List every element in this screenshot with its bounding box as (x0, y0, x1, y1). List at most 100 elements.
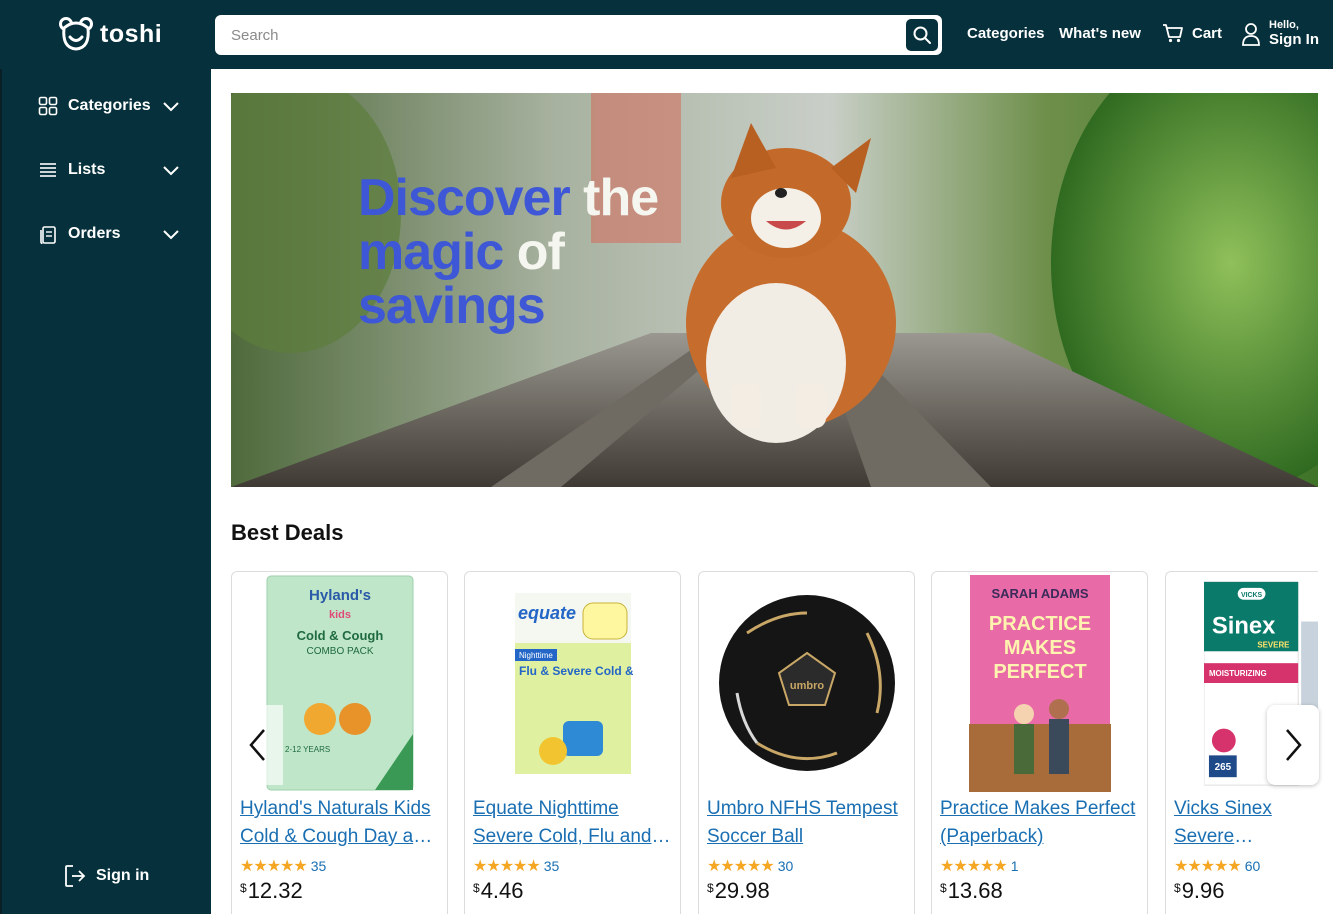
product-rating: ★★★★★ 60 (1174, 856, 1260, 876)
product-image[interactable]: umbro (699, 572, 914, 794)
sidebar-item-label: Lists (68, 161, 106, 178)
product-title[interactable]: Equate Nighttime Severe Cold, Flu and Co… (473, 795, 673, 851)
sidebar-signin-button[interactable]: Sign in (64, 864, 149, 888)
sidebar-item-categories[interactable]: Categories (38, 91, 188, 121)
orders-icon (40, 226, 56, 244)
chevron-left-icon (249, 729, 265, 761)
book-line: MAKES (1003, 637, 1075, 659)
account-signin-button[interactable]: Hello, Sign In (1241, 19, 1319, 49)
chevron-down-icon (163, 230, 179, 240)
hero-word: magic (358, 223, 504, 281)
app-frame: toshi Categories What's new Cart (0, 0, 1333, 914)
nav-categories-link[interactable]: Categories (967, 25, 1045, 42)
hero-headline: Discover the magic of savings (358, 169, 659, 335)
sidebar-signin-label: Sign in (96, 867, 150, 884)
product-title[interactable]: Umbro NFHS Tempest Soccer Ball (707, 795, 907, 851)
sidebar-item-lists[interactable]: Lists (38, 155, 188, 185)
price-amount: 13.68 (947, 878, 1003, 903)
box-sub: MOISTURIZING (1209, 669, 1267, 678)
book-author: SARAH ADAMS (991, 586, 1088, 601)
box-age: 2-12 YEARS (285, 745, 330, 754)
product-rating: ★★★★★ 35 (473, 856, 559, 876)
sidebar: Categories Lists Orders Sign in (0, 69, 211, 914)
price-amount: 29.98 (714, 878, 770, 903)
brand-name: toshi (100, 19, 163, 48)
book-line: PRACTICE (988, 613, 1090, 635)
cart-button[interactable]: Cart (1162, 22, 1222, 44)
product-price: $ 29.98 (707, 878, 770, 904)
product-image[interactable]: SARAH ADAMS PRACTICE MAKES PERFECT (932, 572, 1147, 794)
price-currency: $ (1174, 881, 1181, 895)
chevron-down-icon (163, 166, 179, 176)
box-name: Flu & Severe Cold & Cough (519, 664, 633, 678)
grid-icon (38, 96, 58, 116)
product-card[interactable]: equate Nighttime Flu & Severe Cold & Cou… (464, 571, 681, 914)
box-sub: kids (328, 609, 350, 621)
soccer-ball-image: umbro (718, 595, 895, 771)
signin-label: Sign In (1269, 31, 1319, 48)
box-pack: COMBO PACK (306, 646, 373, 657)
review-count: 1 (1010, 858, 1019, 874)
review-count: 35 (310, 858, 327, 874)
box-brand: Hyland's (309, 587, 371, 604)
sidebar-item-label: Categories (68, 97, 151, 114)
search-icon (913, 26, 931, 44)
box-brand: Sinex (1212, 612, 1276, 639)
sidebar-item-orders[interactable]: Orders (38, 219, 188, 249)
bear-logo-icon (59, 17, 93, 51)
greeting-text: Hello, (1269, 19, 1299, 31)
brand-logo[interactable]: toshi (58, 16, 162, 52)
star-rating-icons: ★★★★★ (1174, 858, 1242, 875)
product-image[interactable]: equate Nighttime Flu & Severe Cold & Cou… (465, 572, 680, 794)
best-deals-heading: Best Deals (231, 520, 344, 545)
product-title[interactable]: Vicks Sinex Severe Moisturizing Ultra Fi… (1174, 795, 1318, 851)
nav-whats-new-link[interactable]: What's new (1059, 25, 1141, 42)
star-rating-icons: ★★★★★ (940, 858, 1008, 875)
star-rating-icons: ★★★★★ (240, 858, 308, 875)
product-title[interactable]: Hyland's Naturals Kids Cold & Cough Day … (240, 795, 440, 851)
product-card[interactable]: umbro Umbro NFHS Tempest Soccer Ball ★★★… (698, 571, 915, 914)
star-rating-icons: ★★★★★ (707, 858, 775, 875)
search-bar (215, 15, 942, 55)
price-currency: $ (940, 881, 947, 895)
hero-banner[interactable]: Discover the magic of savings (231, 93, 1318, 487)
price-amount: 4.46 (480, 878, 524, 903)
hero-word: of (503, 223, 565, 281)
product-price: $ 13.68 (940, 878, 1003, 904)
review-count: 30 (777, 858, 794, 874)
sidebar-item-label: Orders (68, 225, 121, 242)
price-currency: $ (240, 881, 247, 895)
product-card[interactable]: SARAH ADAMS PRACTICE MAKES PERFECT Pract… (931, 571, 1148, 914)
ball-brand: umbro (789, 680, 824, 692)
product-box-image: Hyland's kids Cold & Cough COMBO PACK 2-… (266, 575, 413, 791)
price-currency: $ (707, 881, 714, 895)
product-price: $ 4.46 (473, 878, 524, 904)
carousel-next-button[interactable] (1267, 705, 1319, 785)
price-amount: 9.96 (1181, 878, 1225, 903)
price-amount: 12.32 (247, 878, 303, 903)
box-tag: Nighttime (519, 651, 553, 660)
search-input[interactable] (217, 17, 903, 53)
product-price: $ 9.96 (1174, 878, 1225, 904)
box-brand: equate (517, 603, 575, 623)
list-icon (40, 163, 56, 177)
review-count: 35 (543, 858, 560, 874)
book-line: PERFECT (993, 661, 1086, 683)
signin-icon (65, 865, 86, 887)
user-icon (1242, 23, 1260, 46)
hero-word: Discover (358, 169, 571, 227)
hero-word: the (569, 169, 659, 227)
product-rating: ★★★★★ 35 (240, 856, 326, 876)
hero-word: savings (358, 277, 546, 335)
book-cover-image: SARAH ADAMS PRACTICE MAKES PERFECT (968, 575, 1111, 792)
box-logo: VICKS (1241, 591, 1263, 598)
star-rating-icons: ★★★★★ (473, 858, 541, 875)
product-rating: ★★★★★ 1 (940, 856, 1019, 876)
carousel-prev-button[interactable] (233, 705, 283, 785)
product-rating: ★★★★★ 30 (707, 856, 793, 876)
review-count: 60 (1244, 858, 1261, 874)
product-price: $ 12.32 (240, 878, 303, 904)
search-button[interactable] (906, 19, 938, 51)
product-title[interactable]: Practice Makes Perfect (Paperback) (940, 795, 1140, 851)
chevron-down-icon (163, 102, 179, 112)
